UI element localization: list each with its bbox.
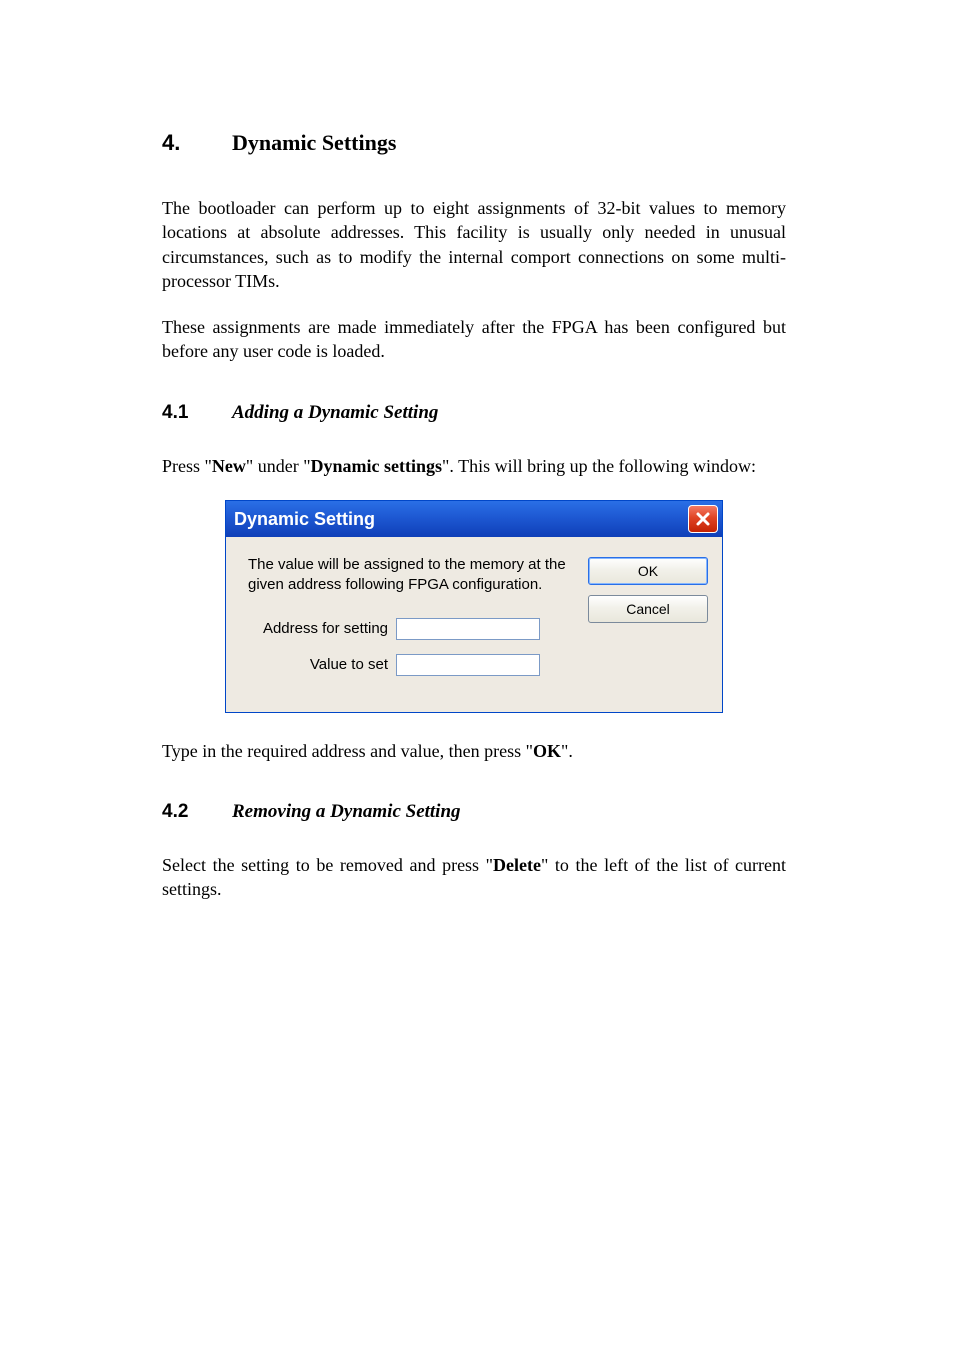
bold-delete: Delete xyxy=(493,855,541,875)
document-page: 4. Dynamic Settings The bootloader can p… xyxy=(0,0,954,1351)
text-fragment: ". This will bring up the following wind… xyxy=(442,456,756,476)
dialog-title: Dynamic Setting xyxy=(234,509,375,530)
value-label: Value to set xyxy=(248,656,396,673)
dialog-right-column: OK Cancel xyxy=(588,555,708,690)
text-fragment: Press " xyxy=(162,456,212,476)
bold-ok: OK xyxy=(533,741,561,761)
cancel-button-label: Cancel xyxy=(626,601,670,617)
heading-title: Adding a Dynamic Setting xyxy=(232,402,438,424)
text-fragment: Type in the required address and value, … xyxy=(162,741,533,761)
dialog-wrapper: Dynamic Setting The value will be assign… xyxy=(162,500,786,713)
paragraph-intro-1: The bootloader can perform up to eight a… xyxy=(162,196,786,293)
dialog-titlebar[interactable]: Dynamic Setting xyxy=(226,501,722,537)
text-fragment: Select the setting to be removed and pre… xyxy=(162,855,493,875)
dynamic-setting-dialog: Dynamic Setting The value will be assign… xyxy=(225,500,723,713)
paragraph-delete: Select the setting to be removed and pre… xyxy=(162,853,786,902)
heading-number: 4.2 xyxy=(162,801,232,823)
text-fragment: ". xyxy=(561,741,573,761)
dialog-left-column: The value will be assigned to the memory… xyxy=(248,555,572,690)
heading-title: Dynamic Settings xyxy=(232,130,396,156)
ok-button-label: OK xyxy=(638,563,658,579)
heading-number: 4. xyxy=(162,130,232,156)
bold-new: New xyxy=(212,456,246,476)
address-field-row: Address for setting xyxy=(248,618,572,640)
heading-section-4: 4. Dynamic Settings xyxy=(162,130,786,156)
heading-section-4-2: 4.2 Removing a Dynamic Setting xyxy=(162,801,786,823)
heading-section-4-1: 4.1 Adding a Dynamic Setting xyxy=(162,402,786,424)
close-icon xyxy=(695,511,711,527)
text-fragment: " under " xyxy=(246,456,311,476)
address-input[interactable] xyxy=(396,618,540,640)
paragraph-intro-2: These assignments are made immediately a… xyxy=(162,315,786,364)
paragraph-press-ok: Type in the required address and value, … xyxy=(162,739,786,763)
cancel-button[interactable]: Cancel xyxy=(588,595,708,623)
close-button[interactable] xyxy=(688,505,718,533)
ok-button[interactable]: OK xyxy=(588,557,708,585)
value-field-row: Value to set xyxy=(248,654,572,676)
heading-title: Removing a Dynamic Setting xyxy=(232,801,461,823)
heading-number: 4.1 xyxy=(162,402,232,424)
bold-dynamic-settings: Dynamic settings xyxy=(311,456,443,476)
address-label: Address for setting xyxy=(248,620,396,637)
dialog-description: The value will be assigned to the memory… xyxy=(248,555,572,596)
dialog-body: The value will be assigned to the memory… xyxy=(226,537,722,712)
value-input[interactable] xyxy=(396,654,540,676)
paragraph-press-new: Press "New" under "Dynamic settings". Th… xyxy=(162,454,786,478)
